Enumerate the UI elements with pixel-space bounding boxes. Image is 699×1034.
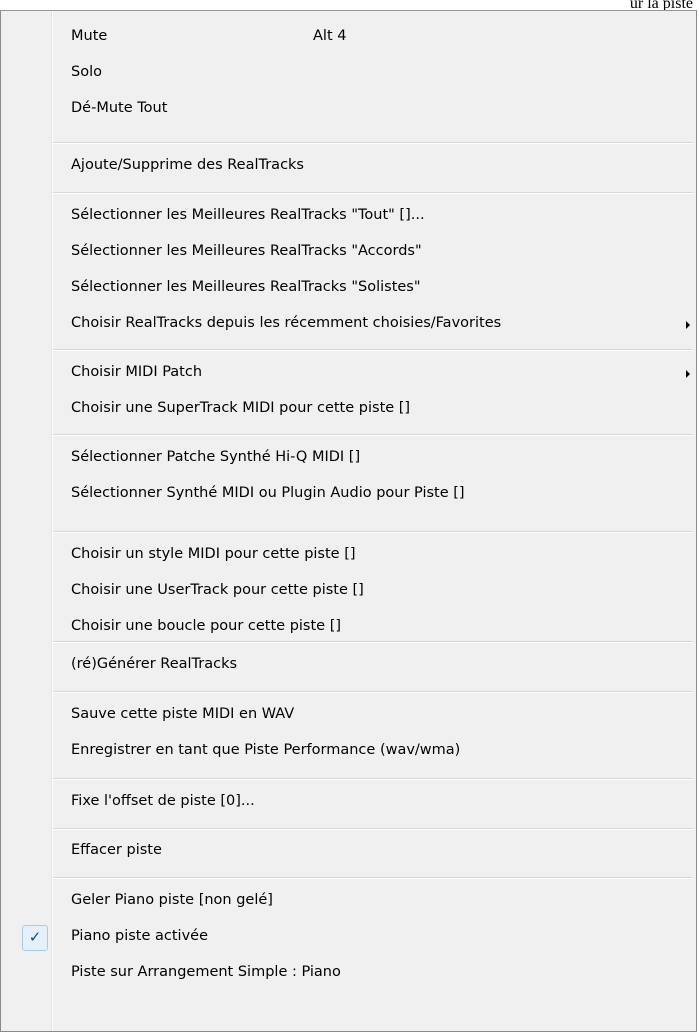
menu-item-shortcut: Alt 4 — [313, 28, 347, 44]
menu-item-label: Sélectionner les Meilleures RealTracks "… — [71, 243, 422, 259]
menu-item-label: Sauve cette piste MIDI en WAV — [71, 706, 295, 722]
menu-item-label: Choisir une SuperTrack MIDI pour cette p… — [71, 400, 411, 416]
menu-item-freeze-piano-track[interactable]: Geler Piano piste [non gelé] — [3, 887, 694, 917]
track-context-menu: Mute Alt 4 Solo Dé-Mute Tout Ajoute/Supp… — [0, 10, 697, 1032]
menu-item-label: Sélectionner les Meilleures RealTracks "… — [71, 279, 421, 295]
menu-item-label: Piano piste activée — [71, 928, 209, 944]
menu-item-label: Enregistrer en tant que Piste Performanc… — [71, 742, 461, 758]
menu-item-choose-loop[interactable]: Choisir une boucle pour cette piste [] — [3, 613, 694, 643]
menu-separator — [53, 828, 693, 830]
menu-item-label: Ajoute/Supprime des RealTracks — [71, 157, 304, 173]
menu-item-label: Sélectionner Synthé MIDI ou Plugin Audio… — [71, 485, 465, 501]
menu-item-label: Choisir RealTracks depuis les récemment … — [71, 315, 502, 331]
menu-item-label: Solo — [71, 64, 102, 80]
menu-item-label: Sélectionner les Meilleures RealTracks "… — [71, 207, 425, 223]
menu-item-hiq-synth-patch[interactable]: Sélectionner Patche Synthé Hi-Q MIDI [] — [3, 444, 694, 474]
submenu-arrow-icon — [686, 370, 690, 378]
menu-item-label: Choisir une UserTrack pour cette piste [… — [71, 582, 364, 598]
menu-item-choose-midi-patch[interactable]: Choisir MIDI Patch — [3, 359, 694, 389]
menu-item-piano-track-enabled[interactable]: ✓ Piano piste activée — [3, 923, 694, 953]
checkmark-icon: ✓ — [28, 928, 42, 946]
menu-separator — [53, 877, 693, 879]
menu-item-label: Geler Piano piste [non gelé] — [71, 892, 273, 908]
menu-item-label: Sélectionner Patche Synthé Hi-Q MIDI [] — [71, 449, 361, 465]
menu-item-save-performance-track[interactable]: Enregistrer en tant que Piste Performanc… — [3, 737, 694, 767]
menu-item-label: Choisir un style MIDI pour cette piste [… — [71, 546, 356, 562]
menu-separator — [53, 691, 693, 693]
menu-item-mute[interactable]: Mute Alt 4 — [3, 23, 694, 53]
menu-item-label: Dé-Mute Tout — [71, 100, 168, 116]
menu-item-clear-track[interactable]: Effacer piste — [3, 837, 694, 867]
menu-item-label: Choisir une boucle pour cette piste [] — [71, 618, 342, 634]
menu-separator — [53, 192, 693, 194]
menu-separator — [53, 142, 693, 144]
menu-separator — [53, 531, 693, 533]
menu-item-midi-synth-audio-plugin[interactable]: Sélectionner Synthé MIDI ou Plugin Audio… — [3, 480, 694, 510]
menu-item-label: Mute — [71, 28, 108, 44]
menu-item-label: Fixe l'offset de piste [0]... — [71, 793, 255, 809]
menu-separator — [53, 434, 693, 436]
menu-item-regenerate-realtracks[interactable]: (ré)Générer RealTracks — [3, 651, 694, 681]
menu-item-choose-midi-style[interactable]: Choisir un style MIDI pour cette piste [… — [3, 541, 694, 571]
checkmark-highlight: ✓ — [22, 925, 48, 951]
menu-item-simple-arrangement-track[interactable]: Piste sur Arrangement Simple : Piano — [3, 959, 694, 989]
menu-separator — [53, 349, 693, 351]
menu-item-label: (ré)Générer RealTracks — [71, 656, 238, 672]
menu-item-set-track-offset[interactable]: Fixe l'offset de piste [0]... — [3, 788, 694, 818]
menu-item-add-remove-realtracks[interactable]: Ajoute/Supprime des RealTracks — [3, 152, 694, 182]
menu-item-best-realtracks-soloists[interactable]: Sélectionner les Meilleures RealTracks "… — [3, 274, 694, 304]
menu-item-label: Choisir MIDI Patch — [71, 364, 203, 380]
menu-item-unmute-all[interactable]: Dé-Mute Tout — [3, 95, 694, 125]
menu-item-best-realtracks-chords[interactable]: Sélectionner les Meilleures RealTracks "… — [3, 238, 694, 268]
menu-item-save-midi-as-wav[interactable]: Sauve cette piste MIDI en WAV — [3, 701, 694, 731]
submenu-arrow-icon — [686, 321, 690, 329]
menu-item-choose-supertrack-midi[interactable]: Choisir une SuperTrack MIDI pour cette p… — [3, 395, 694, 425]
menu-separator — [53, 641, 693, 643]
menu-item-solo[interactable]: Solo — [3, 59, 694, 89]
menu-item-label: Effacer piste — [71, 842, 162, 858]
menu-separator — [53, 778, 693, 780]
menu-item-choose-usertrack[interactable]: Choisir une UserTrack pour cette piste [… — [3, 577, 694, 607]
menu-item-realtracks-recent-favorites[interactable]: Choisir RealTracks depuis les récemment … — [3, 310, 694, 340]
menu-item-best-realtracks-all[interactable]: Sélectionner les Meilleures RealTracks "… — [3, 202, 694, 232]
menu-item-label: Piste sur Arrangement Simple : Piano — [71, 964, 341, 980]
